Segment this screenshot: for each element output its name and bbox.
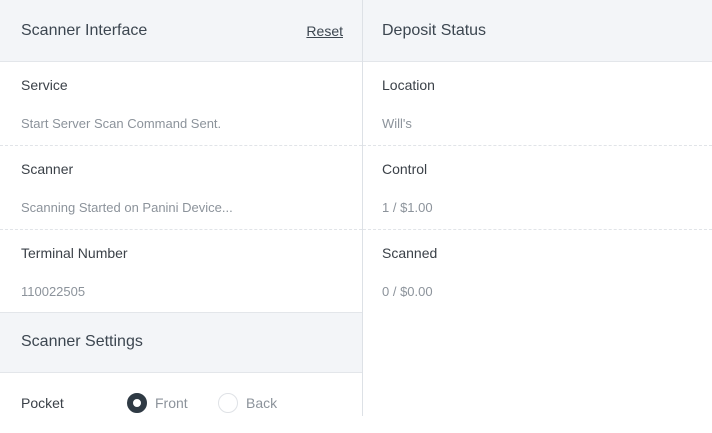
reset-link[interactable]: Reset bbox=[306, 23, 343, 39]
scanner-interface-panel: Scanner Interface Reset Service Start Se… bbox=[0, 0, 363, 416]
scanner-field: Scanner Scanning Started on Panini Devic… bbox=[0, 146, 362, 230]
control-label: Control bbox=[382, 161, 428, 177]
deposit-status-panel: Deposit Status Location Will's Control 1… bbox=[363, 0, 712, 416]
scanned-value: 0 / $0.00 bbox=[382, 284, 433, 299]
scanner-settings-header: Scanner Settings bbox=[0, 312, 362, 373]
location-label: Location bbox=[382, 77, 435, 93]
scanned-field: Scanned 0 / $0.00 bbox=[363, 230, 712, 314]
control-value: 1 / $1.00 bbox=[382, 200, 433, 215]
location-value: Will's bbox=[382, 116, 412, 131]
radio-unselected-icon[interactable] bbox=[218, 393, 238, 413]
pocket-back-label: Back bbox=[246, 395, 278, 411]
pocket-back-radio[interactable]: Back bbox=[218, 393, 277, 413]
scanned-label: Scanned bbox=[382, 245, 438, 261]
app-window: Scanner Interface Reset Service Start Se… bbox=[0, 0, 712, 416]
location-field: Location Will's bbox=[363, 62, 712, 146]
service-value: Start Server Scan Command Sent. bbox=[21, 116, 222, 131]
deposit-status-header: Deposit Status bbox=[363, 0, 712, 62]
pocket-label: Pocket bbox=[21, 395, 64, 411]
service-field: Service Start Server Scan Command Sent. bbox=[0, 62, 362, 146]
pocket-front-label: Front bbox=[155, 395, 188, 411]
deposit-status-title: Deposit Status bbox=[382, 22, 487, 39]
radio-selected-icon[interactable] bbox=[127, 393, 147, 413]
scanner-settings-title: Scanner Settings bbox=[21, 333, 143, 350]
service-label: Service bbox=[21, 77, 68, 93]
pocket-front-radio[interactable]: Front bbox=[127, 393, 188, 413]
terminal-number-label: Terminal Number bbox=[21, 245, 128, 261]
pocket-setting-row: Pocket Front Back bbox=[0, 373, 362, 433]
scanner-value: Scanning Started on Panini Device... bbox=[21, 200, 233, 215]
control-field: Control 1 / $1.00 bbox=[363, 146, 712, 230]
terminal-number-field: Terminal Number 110022505 bbox=[0, 230, 362, 312]
scanner-label: Scanner bbox=[21, 161, 74, 177]
scanner-interface-header: Scanner Interface Reset bbox=[0, 0, 362, 62]
terminal-number-value: 110022505 bbox=[21, 284, 86, 299]
scanner-interface-title: Scanner Interface bbox=[21, 22, 148, 39]
